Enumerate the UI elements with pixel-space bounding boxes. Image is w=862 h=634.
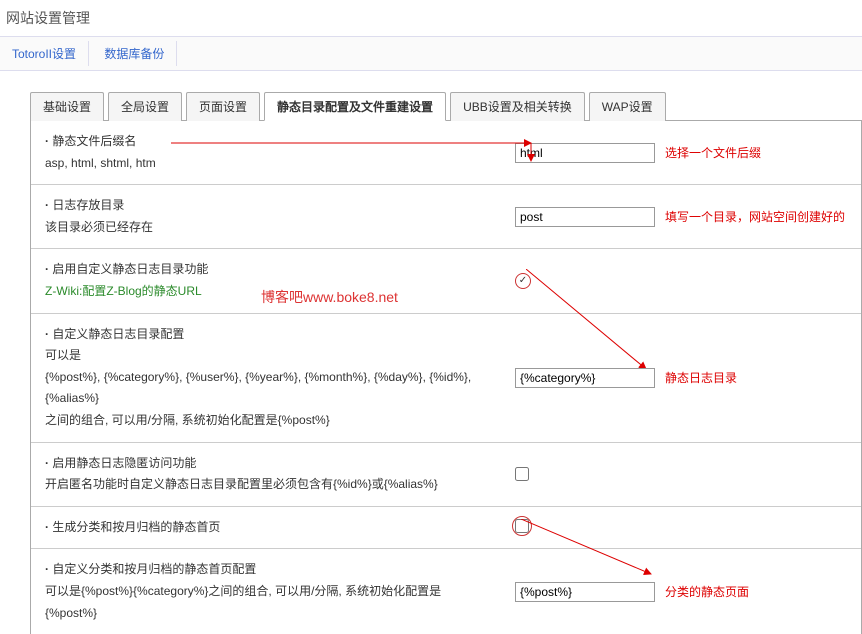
row-gen-index: · 生成分类和按月归档的静态首页 — [31, 507, 861, 550]
custom-config-hint: 静态日志目录 — [665, 369, 737, 386]
suffix-input[interactable] — [515, 143, 655, 163]
cat-config-input[interactable] — [515, 582, 655, 602]
tab-global[interactable]: 全局设置 — [108, 92, 182, 121]
custom-config-l2: {%post%}, {%category%}, {%user%}, {%year… — [45, 367, 487, 410]
custom-config-l1: 可以是 — [45, 345, 487, 367]
hidden-note: 开启匿名功能时自定义静态日志目录配置里必须包含有{%id%}或{%alias%} — [45, 474, 487, 496]
suffix-title: 静态文件后缀名 — [52, 134, 136, 148]
tab-ubb[interactable]: UBB设置及相关转换 — [450, 92, 585, 121]
cat-config-hint: 分类的静态页面 — [665, 583, 749, 600]
cat-config-title: 自定义分类和按月归档的静态首页配置 — [52, 562, 256, 576]
suffix-hint: 选择一个文件后缀 — [665, 144, 761, 161]
subnav-totoro[interactable]: TotoroII设置 — [0, 41, 89, 66]
row-hidden-access: · 启用静态日志隐匿访问功能 开启匿名功能时自定义静态日志目录配置里必须包含有{… — [31, 443, 861, 507]
row-suffix: · 静态文件后缀名 asp, html, shtml, htm 选择一个文件后缀 — [31, 121, 861, 185]
row-custom-config: · 自定义静态日志目录配置 可以是 {%post%}, {%category%}… — [31, 314, 861, 443]
tab-page[interactable]: 页面设置 — [186, 92, 260, 121]
row-cat-config: · 自定义分类和按月归档的静态首页配置 可以是{%post%}{%categor… — [31, 549, 861, 634]
custom-config-input[interactable] — [515, 368, 655, 388]
tab-wap[interactable]: WAP设置 — [589, 92, 666, 121]
subnav: TotoroII设置 数据库备份 — [0, 36, 862, 71]
logdir-input[interactable] — [515, 207, 655, 227]
custom-config-title: 自定义静态日志目录配置 — [52, 327, 184, 341]
cat-config-note: 可以是{%post%}{%category%}之间的组合, 可以用/分隔, 系统… — [45, 581, 487, 624]
tab-basic[interactable]: 基础设置 — [30, 92, 104, 121]
row-logdir: · 日志存放目录 该目录必须已经存在 填写一个目录，网站空间创建好的 — [31, 185, 861, 249]
hidden-title: 启用静态日志隐匿访问功能 — [52, 456, 196, 470]
tab-static[interactable]: 静态目录配置及文件重建设置 — [264, 92, 446, 121]
logdir-note: 该目录必须已经存在 — [45, 217, 487, 239]
gen-index-checkbox[interactable] — [515, 519, 529, 536]
subnav-dbbackup[interactable]: 数据库备份 — [92, 41, 177, 66]
row-enable-custom: · 启用自定义静态日志目录功能 Z-Wiki:配置Z-Blog的静态URL 博客… — [31, 249, 861, 313]
gen-index-title: 生成分类和按月归档的静态首页 — [52, 520, 220, 534]
tabs: 基础设置 全局设置 页面设置 静态目录配置及文件重建设置 UBB设置及相关转换 … — [30, 91, 862, 121]
logdir-hint: 填写一个目录，网站空间创建好的 — [665, 208, 845, 225]
suffix-value: asp, html, shtml, htm — [45, 153, 487, 175]
enable-custom-title: 启用自定义静态日志目录功能 — [52, 262, 208, 276]
hidden-checkbox[interactable] — [515, 467, 529, 481]
content: · 静态文件后缀名 asp, html, shtml, htm 选择一个文件后缀… — [30, 121, 862, 634]
custom-config-l3: 之间的组合, 可以用/分隔, 系统初始化配置是{%post%} — [45, 410, 487, 432]
enable-custom-checkbox[interactable]: ✓ — [515, 273, 531, 289]
page-title: 网站设置管理 — [0, 0, 862, 36]
zwiki-link[interactable]: Z-Wiki:配置Z-Blog的静态URL — [45, 281, 487, 303]
logdir-title: 日志存放目录 — [52, 198, 124, 212]
